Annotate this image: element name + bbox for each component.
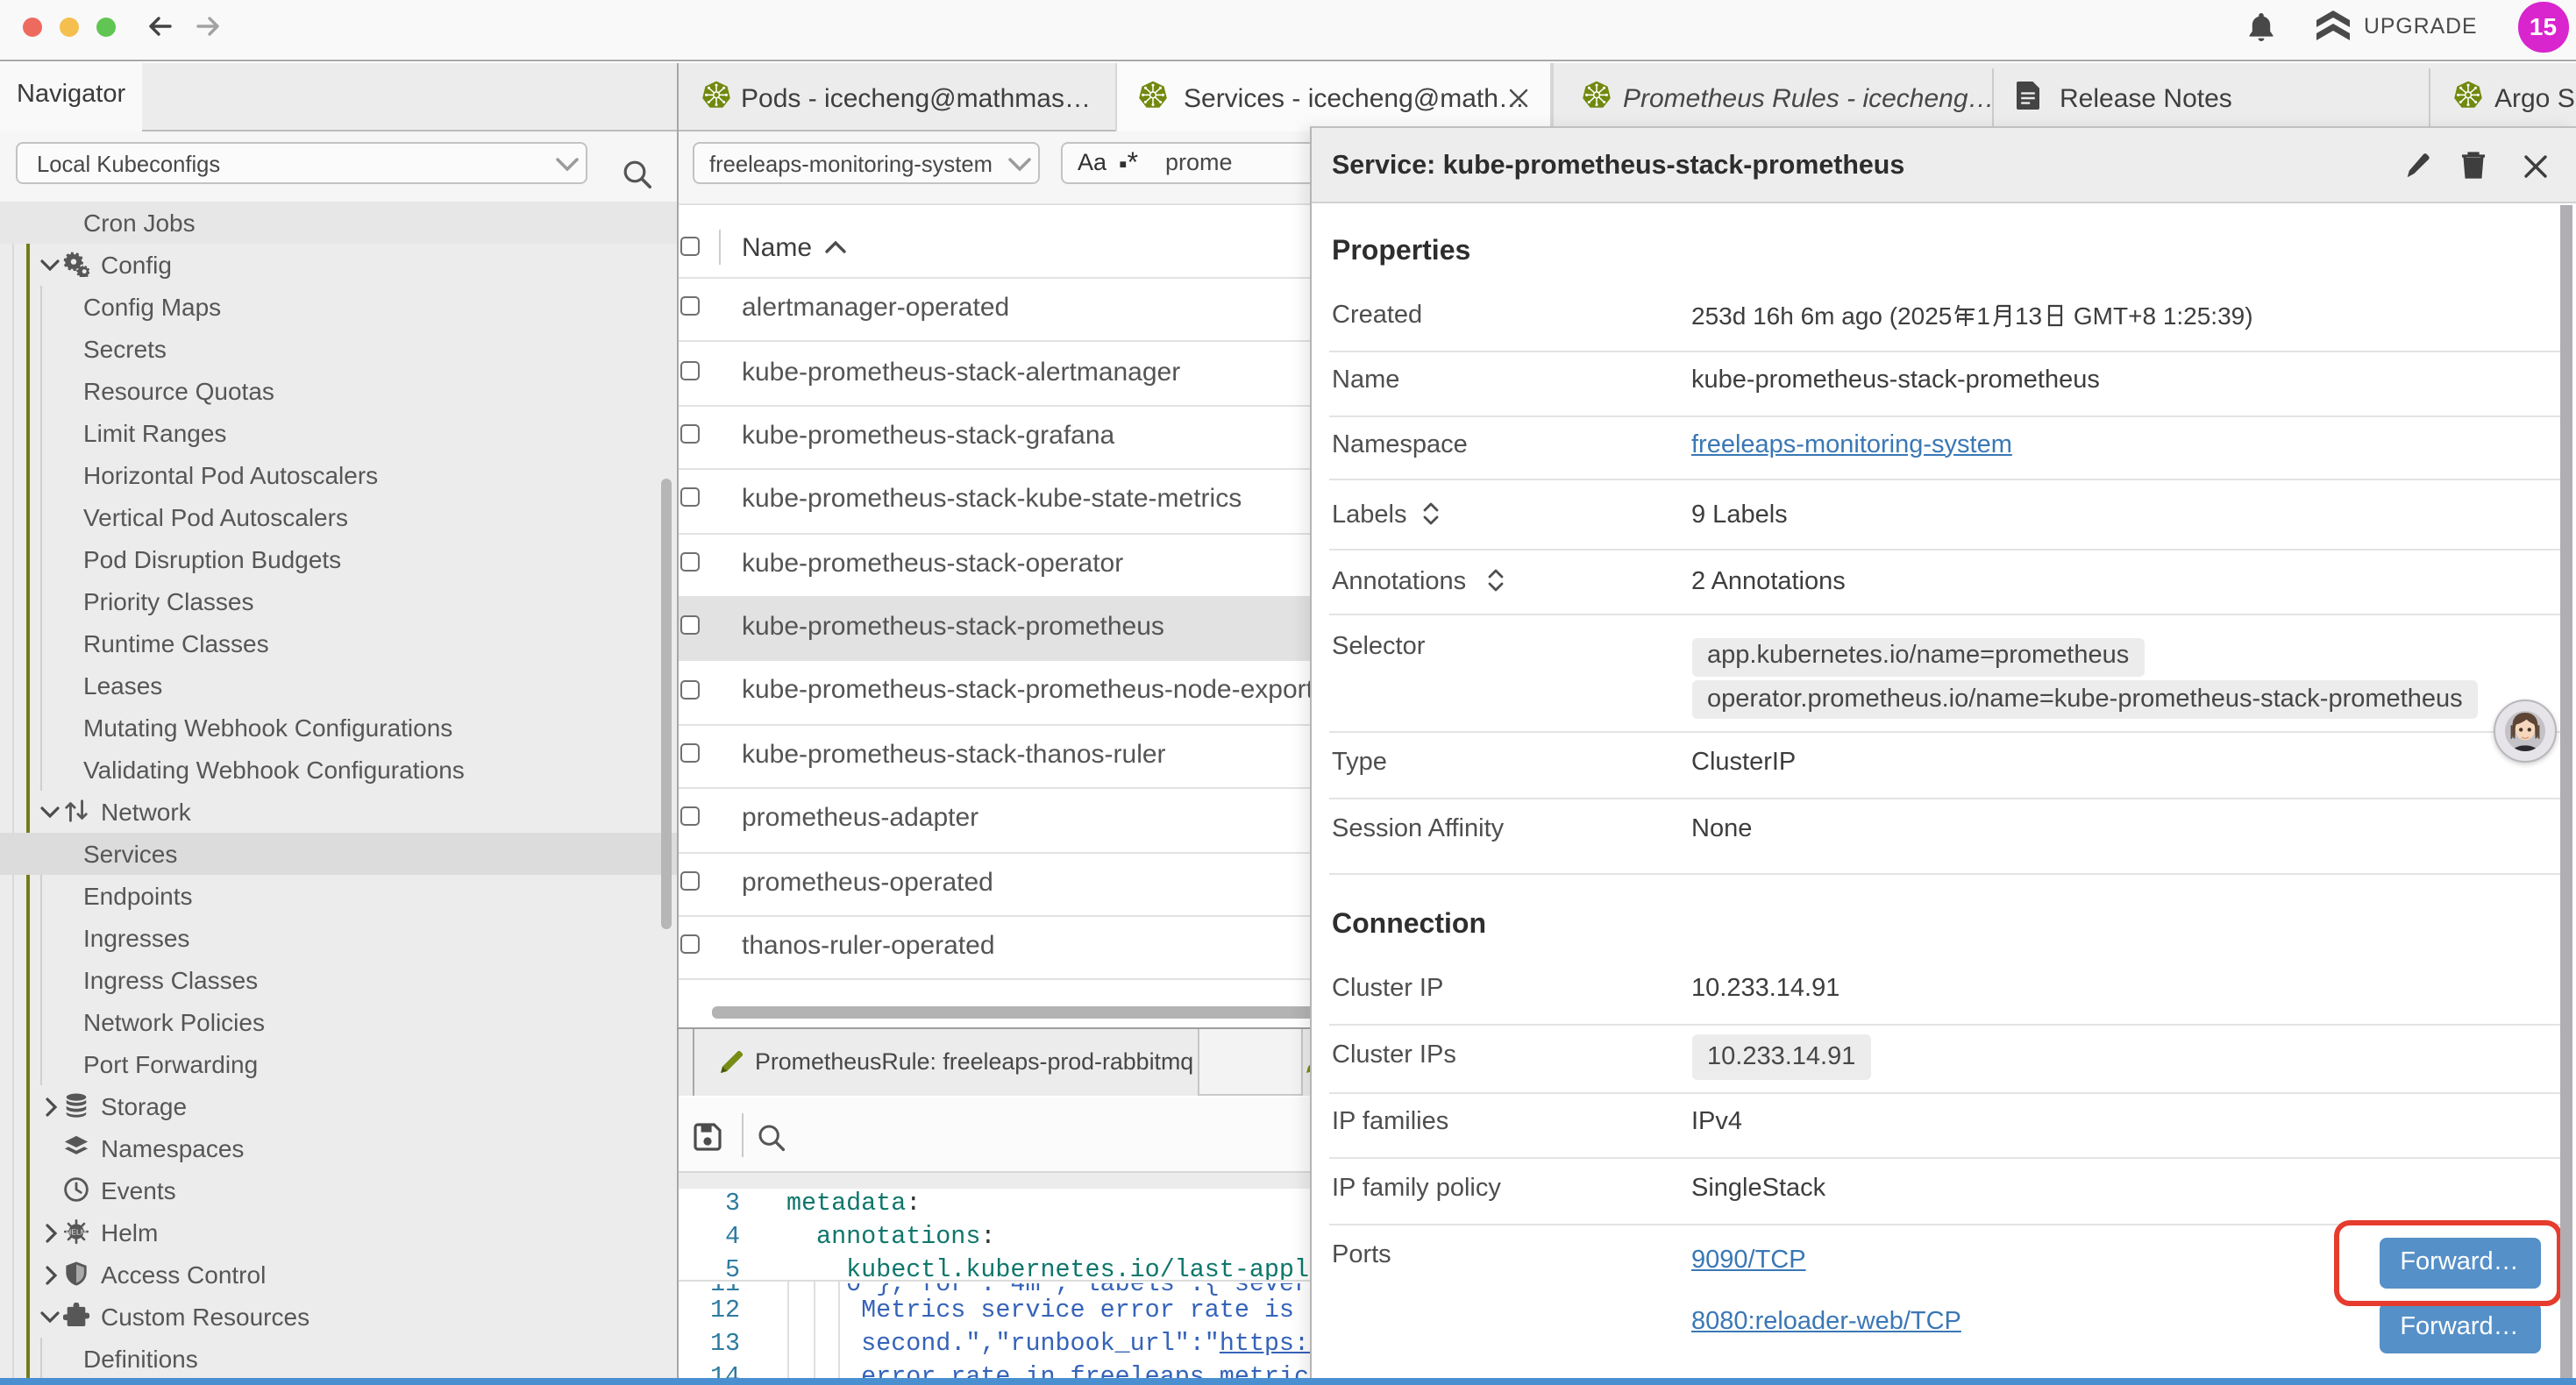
svg-text:HELM: HELM	[66, 1228, 87, 1237]
